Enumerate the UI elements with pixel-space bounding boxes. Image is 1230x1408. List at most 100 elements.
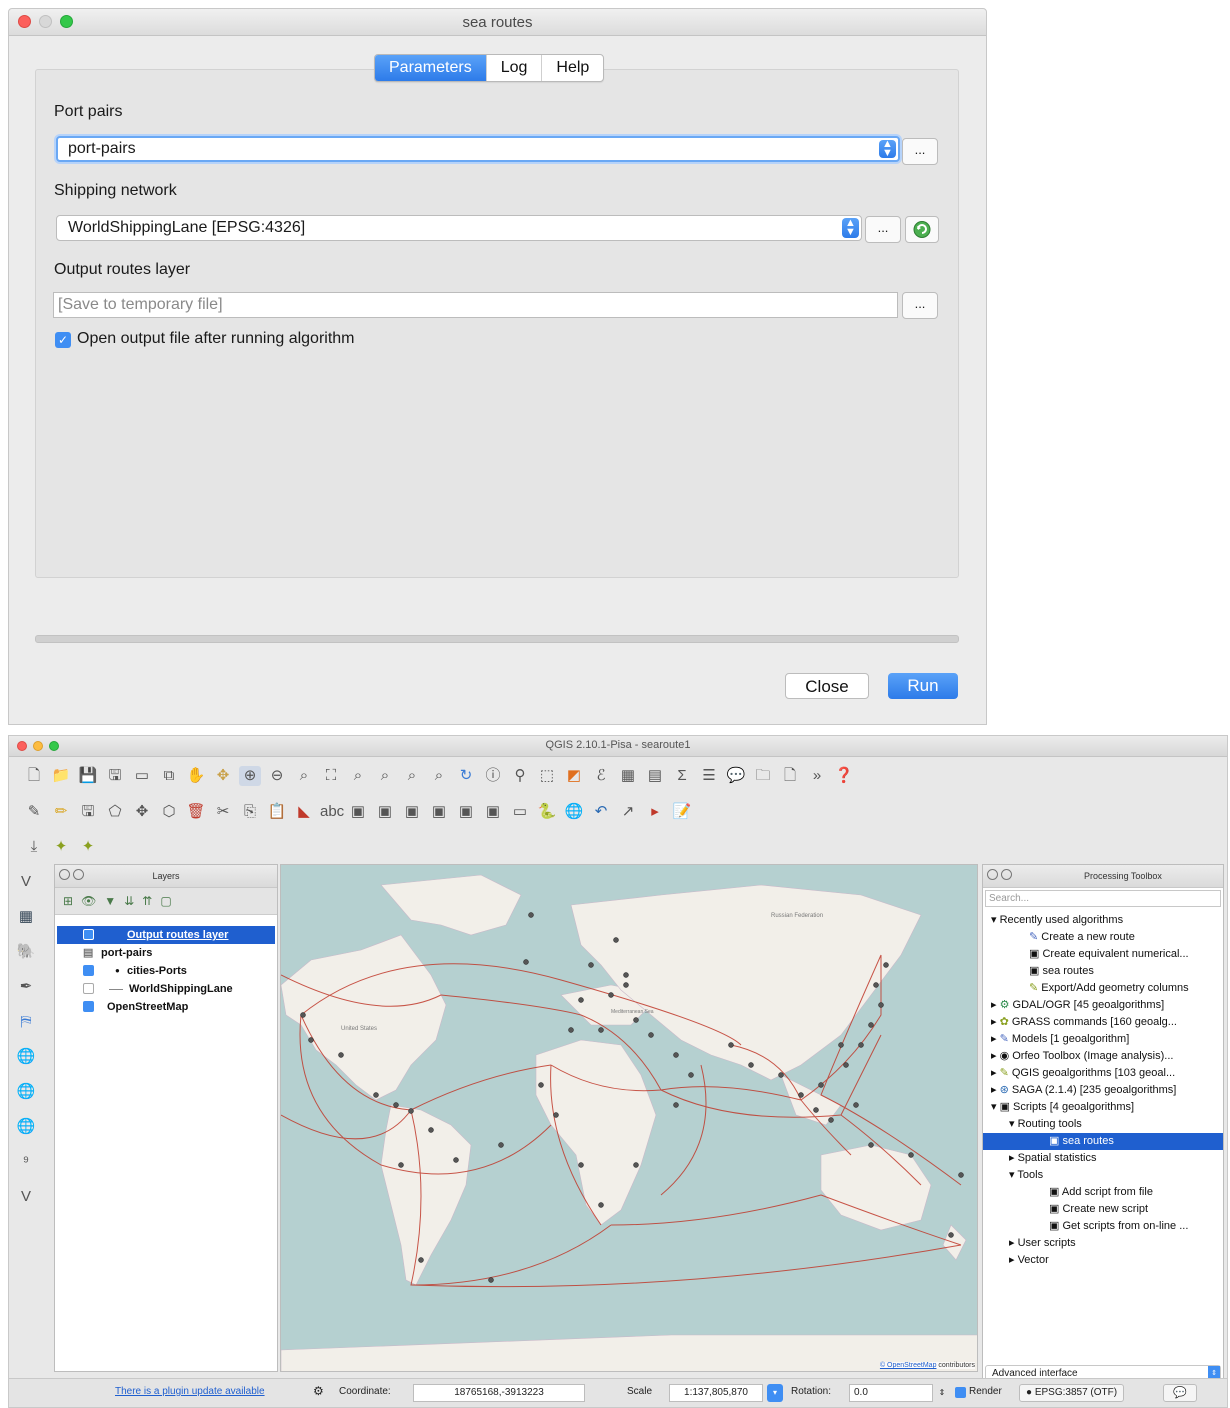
tree-item-vector[interactable]: ▸ Vector	[991, 1252, 1223, 1269]
tree-item-gdal[interactable]: ▸ ⚙ GDAL/OGR [45 geoalgorithms]	[991, 997, 1223, 1014]
pan-icon[interactable]: ✋	[185, 766, 207, 786]
refresh-icon[interactable]: ↻	[455, 766, 477, 786]
open-output-checkbox[interactable]: ✓	[55, 332, 71, 348]
help-icon[interactable]: ❓	[833, 766, 855, 786]
label-pin-icon[interactable]: ▣	[347, 802, 369, 822]
collapse-all-icon[interactable]: ⇈	[142, 894, 152, 908]
output-browse-button[interactable]: ...	[902, 292, 938, 319]
node-tool-icon[interactable]: ⬡	[158, 802, 180, 822]
zoom-next-icon[interactable]: ⌕	[428, 766, 450, 786]
toggle-editing-icon[interactable]: ✏	[50, 802, 72, 822]
pan-to-selection-icon[interactable]: ✥	[212, 766, 234, 786]
tree-item-create-equivalent[interactable]: ▣ Create equivalent numerical...	[991, 946, 1223, 963]
tree-item-get-scripts[interactable]: ▣ Get scripts from on-line ...	[991, 1218, 1223, 1235]
label-change-icon[interactable]: ▣	[455, 802, 477, 822]
composer-manager-icon[interactable]: ⧉	[158, 766, 180, 786]
manage-visibility-icon[interactable]: 👁	[81, 894, 96, 908]
close-panel-icon[interactable]	[987, 869, 998, 880]
new-print-composer-icon[interactable]: ▭	[131, 766, 153, 786]
filter-legend-icon[interactable]: ▼	[104, 894, 116, 908]
map-tips-icon[interactable]: 💬	[725, 766, 747, 786]
zoom-in-icon[interactable]: ⊕	[239, 766, 261, 786]
processing-history-icon[interactable]: 📝	[671, 802, 693, 822]
new-project-icon[interactable]: 🗋	[23, 766, 45, 786]
new-shapefile-icon[interactable]: V	[15, 1187, 37, 1207]
coordinate-toggle-icon[interactable]: ⚙	[313, 1384, 324, 1398]
close-panel-icon[interactable]	[59, 869, 70, 880]
gps-icon[interactable]: ↗	[617, 802, 639, 822]
zoom-to-selection-icon[interactable]: ⌕	[347, 766, 369, 786]
tab-parameters[interactable]: Parameters	[375, 55, 486, 81]
plugin-update-link[interactable]: There is a plugin update available	[115, 1386, 265, 1397]
map-canvas[interactable]: Russian Federation United States Mediter…	[280, 864, 978, 1372]
crs-button[interactable]: ● EPSG:3857 (OTF)	[1019, 1384, 1125, 1402]
layer-item-cities-ports[interactable]: ● cities-Ports	[57, 962, 275, 980]
scale-field[interactable]: 1:137,805,870	[669, 1384, 763, 1402]
tree-item-grass[interactable]: ▸ ✿ GRASS commands [160 geoalg...	[991, 1014, 1223, 1031]
bookmark-icon[interactable]: 🗀	[752, 766, 774, 786]
float-panel-icon[interactable]	[73, 869, 84, 880]
expand-all-icon[interactable]: ⇊	[124, 894, 134, 908]
field-calculator-icon[interactable]: ℰ	[590, 766, 612, 786]
add-vector-layer-icon[interactable]: V	[15, 872, 37, 892]
identify-dropdown-icon[interactable]: ⚲	[509, 766, 531, 786]
tree-item-qgis[interactable]: ▸ ✎ QGIS geoalgorithms [103 geoal...	[991, 1065, 1223, 1082]
label-show-icon[interactable]: ▣	[374, 802, 396, 822]
more-tools-icon[interactable]: »	[806, 766, 828, 786]
tree-item-create-script[interactable]: ▣ Create new script	[991, 1201, 1223, 1218]
delete-selected-icon[interactable]: 🗑	[185, 802, 207, 822]
layer-item-port-pairs[interactable]: ▤ port-pairs	[57, 944, 275, 962]
add-wcs-layer-icon[interactable]: 🌐	[15, 1082, 37, 1102]
zoom-last-icon[interactable]: ⌕	[401, 766, 423, 786]
save-project-icon[interactable]: 💾	[77, 766, 99, 786]
remove-layer-icon[interactable]: ▢	[160, 894, 171, 908]
tree-item-sea-routes[interactable]: ▣ sea routes	[983, 1133, 1223, 1150]
tree-item-export-geometry[interactable]: ✎ Export/Add geometry columns	[991, 980, 1223, 997]
add-mssql-layer-icon[interactable]: ⛿	[15, 1012, 37, 1032]
run-button[interactable]: Run	[888, 673, 958, 699]
identify-icon[interactable]: ⓘ	[482, 766, 504, 786]
port-pairs-browse-button[interactable]: ...	[902, 138, 938, 165]
save-as-icon[interactable]: 🖫	[104, 766, 126, 786]
add-feature-icon[interactable]: ⬠	[104, 802, 126, 822]
tree-item-spatial-statistics[interactable]: ▸ Spatial statistics	[991, 1150, 1223, 1167]
output-routes-input[interactable]: [Save to temporary file]	[53, 292, 898, 318]
sum-icon[interactable]: Σ	[671, 766, 693, 786]
rotation-stepper-icon[interactable]: ⇕	[937, 1384, 947, 1402]
iterate-button[interactable]	[905, 216, 939, 243]
measure-icon[interactable]: ☰	[698, 766, 720, 786]
attribution-link[interactable]: © OpenStreetMap	[880, 1362, 937, 1369]
label-highlight-icon[interactable]: ▣	[482, 802, 504, 822]
show-bookmarks-icon[interactable]: 🗋	[779, 766, 801, 786]
add-wfs-layer-icon[interactable]: 🌐	[15, 1117, 37, 1137]
layer-visibility-checkbox[interactable]	[83, 929, 94, 940]
float-panel-icon[interactable]	[1001, 869, 1012, 880]
move-feature-icon[interactable]: ✥	[131, 802, 153, 822]
routing-plugin-icon[interactable]: ✦	[50, 837, 72, 857]
add-delimited-text-icon[interactable]: ⁹	[15, 1152, 37, 1172]
deselect-icon[interactable]: ◩	[563, 766, 585, 786]
tree-item-add-script[interactable]: ▣ Add script from file	[991, 1184, 1223, 1201]
tab-log[interactable]: Log	[485, 55, 542, 81]
select-features-icon[interactable]: ⬚	[536, 766, 558, 786]
save-edits-icon[interactable]: 🖫	[77, 802, 99, 822]
label-icon[interactable]: abc	[320, 802, 344, 822]
statistics-icon[interactable]: ▤	[644, 766, 666, 786]
tree-item-orfeo[interactable]: ▸ ◉ Orfeo Toolbox (Image analysis)...	[991, 1048, 1223, 1065]
copy-features-icon[interactable]: ⎘	[239, 802, 261, 822]
add-spatialite-layer-icon[interactable]: ✒	[15, 977, 37, 997]
tree-item-create-route[interactable]: ✎ Create a new route	[991, 929, 1223, 946]
tree-item-models[interactable]: ▸ ✎ Models [1 geoalgorithm]	[991, 1031, 1223, 1048]
plugin-manager-icon[interactable]: 🐍	[536, 802, 558, 822]
rotation-field[interactable]: 0.0	[849, 1384, 933, 1402]
close-button[interactable]: Close	[785, 673, 869, 699]
add-wms-layer-icon[interactable]: 🌐	[15, 1047, 37, 1067]
coordinate-field[interactable]: 18765168,-3913223	[413, 1384, 585, 1402]
add-group-icon[interactable]: ⊞	[63, 894, 73, 908]
zoom-out-icon[interactable]: ⊖	[266, 766, 288, 786]
render-checkbox[interactable]	[955, 1387, 966, 1398]
cut-features-icon[interactable]: ✂	[212, 802, 234, 822]
layer-item-world-shipping-lane[interactable]: WorldShippingLane	[57, 980, 275, 998]
zoom-full-icon[interactable]: ⛶	[320, 766, 342, 786]
port-pairs-select[interactable]: port-pairs ▲ ▼	[56, 136, 900, 162]
